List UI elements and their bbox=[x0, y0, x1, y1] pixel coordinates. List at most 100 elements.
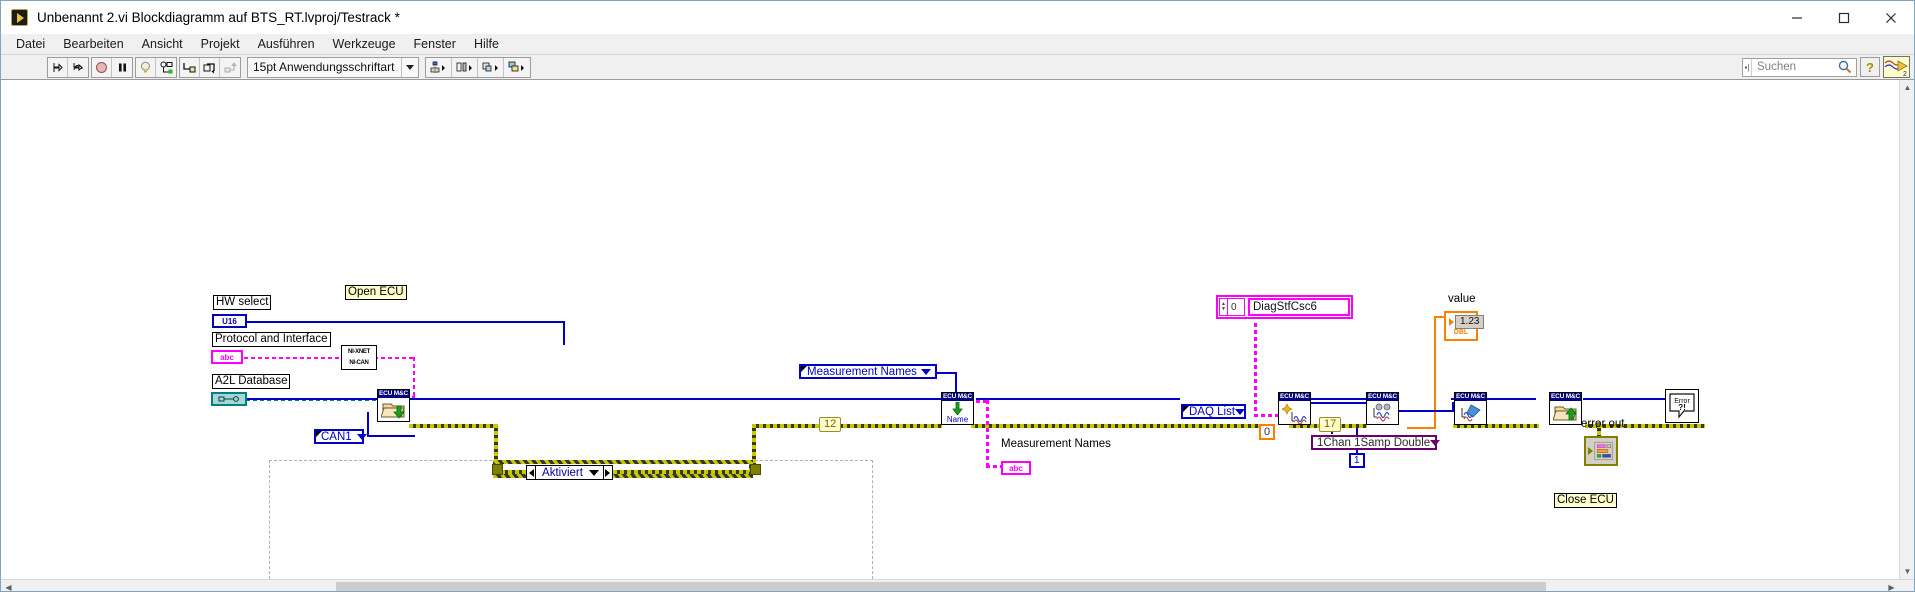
block-diagram-canvas[interactable]: Aktiviert HW select U16 Protocol and Int… bbox=[1, 80, 1914, 579]
abort-execution-button[interactable] bbox=[92, 57, 112, 77]
labview-block-diagram-window: Unbenannt 2.vi Blockdiagramm auf BTS_RT.… bbox=[0, 0, 1915, 592]
case-prev-icon[interactable] bbox=[527, 466, 537, 479]
menu-item-ausfuehren[interactable]: Ausführen bbox=[249, 35, 324, 53]
font-selector[interactable]: 15pt Anwendungsschriftart bbox=[247, 56, 420, 78]
ecu-close-vi[interactable]: ECU M&C bbox=[1549, 392, 1582, 425]
run-continuously-button[interactable] bbox=[68, 57, 88, 77]
constant-1[interactable]: 1 bbox=[1349, 453, 1365, 468]
case-selector[interactable]: Aktiviert bbox=[526, 465, 613, 480]
labview-vi-icon bbox=[11, 8, 28, 26]
hw-select-label: HW select bbox=[213, 295, 272, 310]
chevron-down-icon[interactable] bbox=[401, 57, 418, 77]
measurement-names-indicator-terminal[interactable]: abc bbox=[1001, 461, 1031, 475]
distribute-objects-button[interactable] bbox=[452, 57, 479, 77]
constant-0[interactable]: 0 bbox=[1259, 424, 1276, 440]
menu-item-ansicht[interactable]: Ansicht bbox=[133, 35, 192, 53]
case-tunnel-left[interactable] bbox=[492, 464, 503, 475]
case-selector-label: Aktiviert bbox=[542, 466, 583, 479]
chevron-down-icon[interactable] bbox=[588, 469, 599, 476]
search-input[interactable]: ▪| Suchen bbox=[1742, 57, 1857, 77]
svg-text:?!: ?! bbox=[1678, 403, 1686, 412]
ring-corner-marker bbox=[1183, 406, 1189, 412]
search-icon[interactable] bbox=[1837, 60, 1853, 74]
hw-select-terminal[interactable]: U16 bbox=[212, 314, 247, 328]
scroll-up-button[interactable]: ▲ bbox=[1900, 80, 1914, 95]
scroll-left-button[interactable]: ◀ bbox=[1, 580, 16, 591]
step-over-button[interactable] bbox=[200, 57, 220, 77]
chevron-down-icon[interactable] bbox=[356, 433, 367, 440]
measurement-names-ring-label: Measurement Names bbox=[807, 365, 917, 378]
chevron-down-icon[interactable] bbox=[1430, 439, 1441, 446]
array-index-display[interactable]: ▲ ▼ 0 bbox=[1219, 298, 1245, 316]
daq-list-ring[interactable]: DAQ List bbox=[1181, 404, 1246, 419]
context-help-icon[interactable]: 2 bbox=[1883, 56, 1910, 78]
resize-objects-button[interactable] bbox=[478, 57, 505, 77]
constant-12[interactable]: 12 bbox=[819, 417, 842, 432]
scroll-down-button[interactable]: ▼ bbox=[1900, 564, 1914, 579]
wire-error-seg1 bbox=[409, 424, 497, 428]
can-ring-control[interactable]: CAN1 bbox=[314, 429, 367, 444]
xnet-can-selector[interactable]: NI-XNET NI-CAN bbox=[341, 345, 377, 370]
chevron-down-icon[interactable] bbox=[921, 368, 931, 375]
a2l-database-terminal[interactable] bbox=[211, 392, 247, 406]
simple-error-handler-vi[interactable]: Error ?! bbox=[1665, 389, 1699, 423]
menu-item-werkzeuge[interactable]: Werkzeuge bbox=[324, 35, 405, 53]
scroll-right-button[interactable]: ▶ bbox=[1884, 580, 1899, 591]
protocol-and-interface-terminal[interactable]: abc bbox=[211, 350, 243, 364]
reorder-objects-button[interactable] bbox=[504, 57, 531, 77]
polymorphic-selector-label: 1Chan 1Samp Double bbox=[1317, 436, 1431, 449]
menu-item-hilfe[interactable]: Hilfe bbox=[465, 35, 508, 53]
help-button[interactable]: ? bbox=[1860, 57, 1880, 77]
polymorphic-vi-selector[interactable]: 1Chan 1Samp Double bbox=[1311, 435, 1441, 450]
open-ecu-label: Open ECU bbox=[345, 285, 407, 300]
close-button[interactable] bbox=[1867, 1, 1914, 34]
error-out-indicator[interactable] bbox=[1584, 436, 1618, 466]
case-next-icon[interactable] bbox=[602, 466, 612, 479]
diag-string-array-control[interactable]: ▲ ▼ 0 DiagStfCsc6 bbox=[1216, 295, 1353, 319]
wire-error-seg4 bbox=[971, 424, 1261, 428]
step-out-button[interactable] bbox=[220, 57, 240, 77]
run-button[interactable] bbox=[48, 57, 68, 77]
step-into-button[interactable] bbox=[180, 57, 200, 77]
ecu-get-names-vi[interactable]: ECU M&C Name bbox=[941, 392, 974, 425]
ecu-open-vi[interactable]: ECU M&C bbox=[377, 389, 410, 422]
vertical-scrollbar[interactable]: ▲ ▼ bbox=[1899, 80, 1914, 579]
execution-group bbox=[91, 56, 133, 78]
ring-corner-marker bbox=[801, 366, 807, 372]
horizontal-scrollbar[interactable]: ◀ ▶ bbox=[1, 579, 1914, 591]
array-index-spinner[interactable]: ▲ ▼ bbox=[1220, 299, 1228, 315]
wire-measnames-h bbox=[937, 371, 957, 374]
chevron-down-icon[interactable] bbox=[1235, 408, 1246, 415]
minimize-button[interactable] bbox=[1773, 1, 1820, 34]
value-indicator[interactable]: 1.23 DBL bbox=[1444, 311, 1485, 341]
array-element-value[interactable]: DiagStfCsc6 bbox=[1248, 298, 1350, 316]
ecu-read-daq-vi[interactable]: ECU M&C bbox=[1366, 392, 1399, 425]
menu-item-bearbeiten[interactable]: Bearbeiten bbox=[54, 35, 132, 53]
toolbar: 15pt Anwendungsschriftart ▪| Suchen ? 2 bbox=[1, 55, 1914, 80]
ecu-create-daq-vi-header: ECU M&C bbox=[1279, 393, 1310, 401]
ecu-open-vi-header: ECU M&C bbox=[378, 390, 409, 398]
wire-xnet-out-v bbox=[413, 357, 415, 397]
maximize-button[interactable] bbox=[1820, 1, 1867, 34]
menu-item-datei[interactable]: Datei bbox=[7, 35, 54, 53]
wire-array-in bbox=[1254, 414, 1278, 417]
path-icon bbox=[218, 396, 239, 402]
case-tunnel-right[interactable] bbox=[750, 464, 761, 475]
wire-daq-ref2 bbox=[1396, 410, 1454, 412]
ecu-clear-daq-vi[interactable]: ECU M&C bbox=[1454, 392, 1487, 425]
pause-button[interactable] bbox=[112, 57, 132, 77]
align-objects-button[interactable] bbox=[426, 57, 453, 77]
measurement-names-ring[interactable]: Measurement Names bbox=[799, 364, 937, 379]
ecu-create-daq-vi[interactable]: ECU M&C bbox=[1278, 392, 1311, 425]
constant-17[interactable]: 17 bbox=[1319, 417, 1342, 432]
highlight-execution-button[interactable] bbox=[136, 57, 156, 77]
menu-item-projekt[interactable]: Projekt bbox=[192, 35, 249, 53]
wire-error-seg3 bbox=[752, 424, 942, 428]
menu-item-fenster[interactable]: Fenster bbox=[405, 35, 465, 53]
ecu-clear-daq-vi-header: ECU M&C bbox=[1455, 393, 1486, 401]
horizontal-scroll-thumb[interactable] bbox=[336, 582, 1546, 591]
error-out-label: error out bbox=[1581, 418, 1625, 430]
retain-wire-values-button[interactable] bbox=[156, 57, 176, 77]
window-controls bbox=[1773, 1, 1914, 34]
search-placeholder: Suchen bbox=[1757, 61, 1797, 73]
